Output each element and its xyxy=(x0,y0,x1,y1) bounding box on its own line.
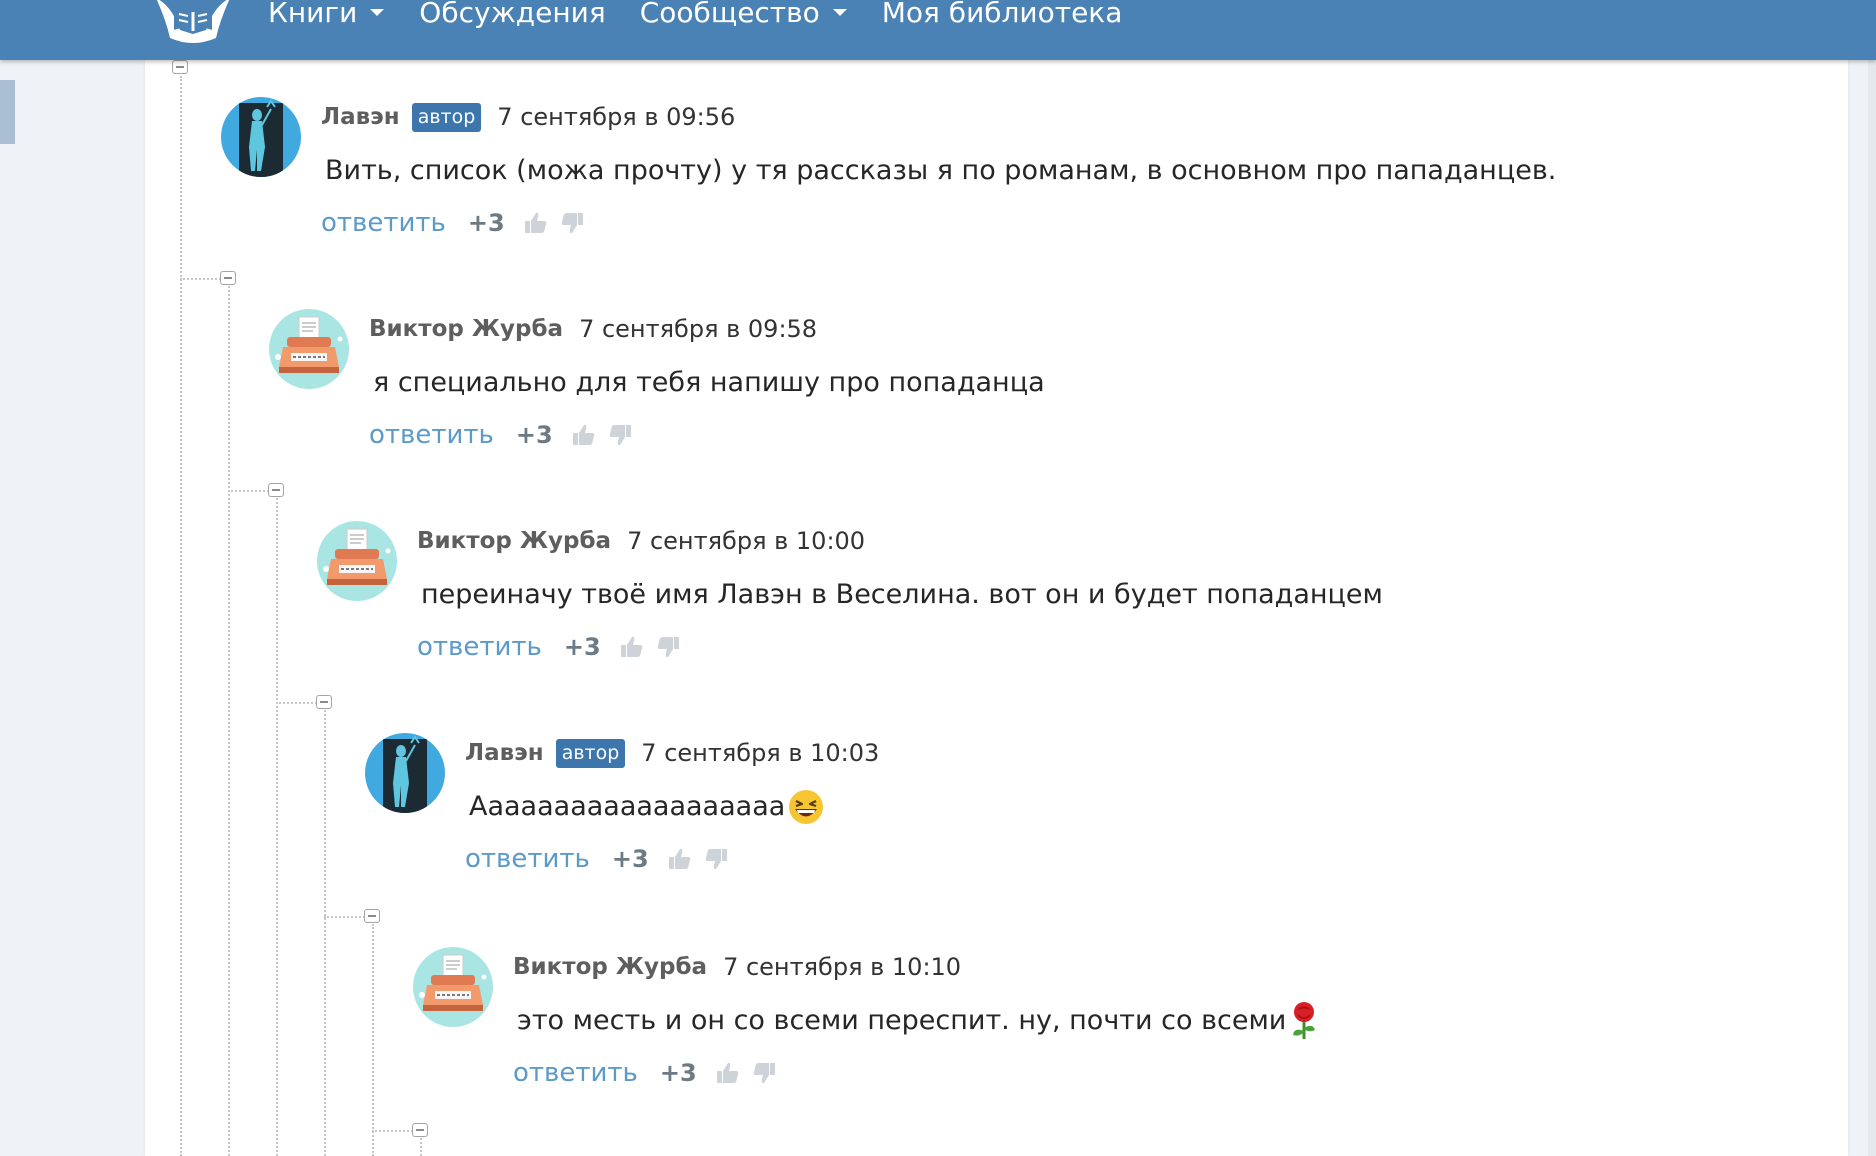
reply-link[interactable]: ответить xyxy=(321,208,446,238)
typewriter-avatar-icon xyxy=(317,521,397,601)
comment-text: переиначу твоё имя Лавэн в Веселина. вот… xyxy=(421,575,1717,615)
thread-line xyxy=(180,76,182,1156)
avatar[interactable] xyxy=(269,309,349,389)
comment-score: +3 xyxy=(515,421,553,449)
typewriter-avatar-icon xyxy=(413,947,493,1027)
thumbs-down-icon[interactable] xyxy=(703,846,729,872)
collapse-thread-icon[interactable] xyxy=(268,483,284,497)
author-badge: автор xyxy=(555,738,626,768)
nav-item-discussions[interactable]: Обсуждения xyxy=(419,0,606,29)
avatar[interactable] xyxy=(221,97,301,177)
main-nav: Книги Обсуждения Сообщество Моя библиоте… xyxy=(268,0,1156,29)
comment-text-content: Ааааааааааааааааааа xyxy=(469,791,786,822)
thumbs-up-icon[interactable] xyxy=(571,422,597,448)
comment-author[interactable]: Виктор Журба xyxy=(369,316,563,342)
comment-date[interactable]: 7 сентября в 09:58 xyxy=(579,315,817,343)
reply-link[interactable]: ответить xyxy=(369,420,494,450)
thread-line xyxy=(420,1138,422,1156)
collapse-thread-icon[interactable] xyxy=(412,1123,428,1137)
site-logo-icon[interactable] xyxy=(150,0,236,46)
comment-author[interactable]: Лавэн xyxy=(465,740,544,766)
thread-connector xyxy=(276,702,320,704)
nav-item-community-label: Сообщество xyxy=(639,0,820,29)
thread-line xyxy=(324,710,326,1156)
rose-emoji-icon xyxy=(1288,1001,1320,1041)
thumbs-down-icon[interactable] xyxy=(751,1060,777,1086)
nav-item-my-library[interactable]: Моя библиотека xyxy=(881,0,1123,29)
reply-link[interactable]: ответить xyxy=(513,1058,638,1088)
comment-date[interactable]: 7 сентября в 09:56 xyxy=(497,103,735,131)
avatar[interactable] xyxy=(413,947,493,1027)
thumbs-up-icon[interactable] xyxy=(667,846,693,872)
collapse-thread-icon[interactable] xyxy=(220,271,236,285)
laughing-face-emoji-icon xyxy=(787,788,825,826)
thumbs-down-icon[interactable] xyxy=(559,210,585,236)
reply-link[interactable]: ответить xyxy=(465,844,590,874)
comment-score: +3 xyxy=(563,633,601,661)
avatar[interactable] xyxy=(365,733,445,813)
nav-item-discussions-label: Обсуждения xyxy=(419,0,606,29)
collapse-thread-icon[interactable] xyxy=(364,909,380,923)
thread-line xyxy=(228,286,230,1156)
thumbs-up-icon[interactable] xyxy=(619,634,645,660)
comment-actions: ответить +3 xyxy=(369,417,1669,453)
nav-item-community[interactable]: Сообщество xyxy=(639,0,848,29)
comment-text: это месть и он со всеми переспит. ну, по… xyxy=(517,1001,1813,1041)
thread-line xyxy=(372,924,374,1156)
top-navigation-bar: Книги Обсуждения Сообщество Моя библиоте… xyxy=(0,0,1876,60)
thread-connector xyxy=(324,916,368,918)
comment-date[interactable]: 7 сентября в 10:00 xyxy=(627,527,865,555)
lavan-avatar-icon xyxy=(221,97,301,177)
comment-actions: ответить +3 xyxy=(465,841,1765,877)
thumbs-down-icon[interactable] xyxy=(655,634,681,660)
thread-connector xyxy=(180,278,224,280)
comment-text: Вить, список (можа прочту) у тя рассказы… xyxy=(325,151,1621,191)
thumbs-up-icon[interactable] xyxy=(523,210,549,236)
comment-date[interactable]: 7 сентября в 10:10 xyxy=(723,953,961,981)
thread-connector xyxy=(228,490,272,492)
reply-link[interactable]: ответить xyxy=(417,632,542,662)
comment-text-content: Вить, список (можа прочту) у тя рассказы… xyxy=(325,155,1557,186)
left-sidebar-marker xyxy=(0,80,15,144)
comment-actions: ответить +3 xyxy=(513,1055,1813,1091)
comment-actions: ответить +3 xyxy=(417,629,1717,665)
typewriter-avatar-icon xyxy=(269,309,349,389)
comments-card: Лавэн автор 7 сентября в 09:56 Вить, спи… xyxy=(145,60,1848,1156)
collapse-thread-icon[interactable] xyxy=(316,695,332,709)
thumbs-down-icon[interactable] xyxy=(607,422,633,448)
nav-item-books[interactable]: Книги xyxy=(268,0,385,29)
comment-text-content: переиначу твоё имя Лавэн в Веселина. вот… xyxy=(421,579,1383,610)
comment-score: +3 xyxy=(659,1059,697,1087)
thumbs-up-icon[interactable] xyxy=(715,1060,741,1086)
comment-actions: ответить +3 xyxy=(321,205,1621,241)
nav-item-books-label: Книги xyxy=(268,0,358,29)
comment-text: я специально для тебя напишу про попадан… xyxy=(373,363,1669,403)
thread-line xyxy=(276,498,278,1156)
chevron-down-icon xyxy=(369,8,385,18)
comment-text-content: я специально для тебя напишу про попадан… xyxy=(373,367,1045,398)
collapse-thread-icon[interactable] xyxy=(172,60,188,74)
lavan-avatar-icon xyxy=(365,733,445,813)
chevron-down-icon xyxy=(832,8,848,18)
comment-score: +3 xyxy=(467,209,505,237)
author-badge: автор xyxy=(411,102,482,132)
comment-date[interactable]: 7 сентября в 10:03 xyxy=(641,739,879,767)
page-scrollbar[interactable] xyxy=(1868,60,1876,1156)
comment-text-content: это месть и он со всеми переспит. ну, по… xyxy=(517,1005,1287,1036)
comment-author[interactable]: Лавэн xyxy=(321,104,400,130)
comment-author[interactable]: Виктор Журба xyxy=(513,954,707,980)
comment-score: +3 xyxy=(611,845,649,873)
comment-author[interactable]: Виктор Журба xyxy=(417,528,611,554)
thread-connector xyxy=(372,1130,416,1132)
comment-text: Ааааааааааааааааааа xyxy=(469,787,1765,827)
avatar[interactable] xyxy=(317,521,397,601)
nav-item-my-library-label: Моя библиотека xyxy=(881,0,1123,29)
